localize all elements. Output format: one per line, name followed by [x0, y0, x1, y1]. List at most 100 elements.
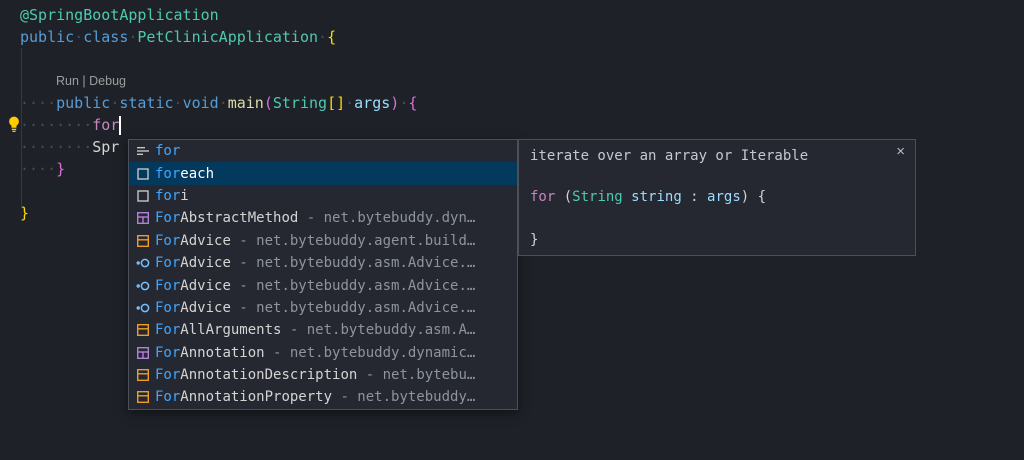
code-token: string: [631, 189, 682, 205]
code-token: }: [56, 160, 65, 178]
code-token: (: [555, 189, 572, 205]
suggest-item-detail: - net.bytebuddy.dynamic…: [265, 345, 476, 361]
text-cursor: [119, 116, 121, 135]
suggest-item[interactable]: ForAdvice - net.bytebuddy.asm.Advice.…: [129, 252, 517, 274]
docs-code-line: for (String string : args) {: [530, 189, 766, 205]
code-line-spring[interactable]: ········Spr: [20, 136, 119, 158]
suggest-item-label: ForAnnotation: [155, 345, 265, 361]
suggest-item[interactable]: ForAnnotation - net.bytebuddy.dynamic…: [129, 342, 517, 364]
suggest-item-detail: - net.bytebuddy.dyn…: [298, 210, 475, 226]
code-token: String: [273, 94, 327, 112]
code-token: ·: [399, 94, 408, 112]
codelens-run-link[interactable]: Run: [56, 74, 79, 88]
code-token: PetClinicApplication: [137, 28, 318, 46]
annotation-icon: [134, 345, 152, 361]
suggest-item[interactable]: ForAbstractMethod - net.bytebuddy.dyn…: [129, 207, 517, 229]
close-icon[interactable]: ×: [896, 143, 905, 160]
code-token: ·: [174, 94, 183, 112]
suggest-item-label: ForAnnotationProperty: [155, 389, 332, 405]
suggest-item-label: fori: [155, 188, 189, 204]
suggest-docs-panel: iterate over an array or Iterable × for …: [518, 139, 916, 256]
suggest-widget: for foreach fori ForAbstractMethod - net.by…: [128, 139, 518, 410]
code-token: [623, 189, 631, 205]
class-icon: [134, 233, 152, 249]
code-line-for[interactable]: ········for: [20, 114, 119, 136]
suggest-item[interactable]: for: [129, 140, 517, 162]
class-icon: [134, 322, 152, 338]
code-token: Spr: [92, 138, 119, 156]
suggest-item-detail: - net.bytebu…: [357, 367, 475, 383]
suggest-item-detail: - net.bytebuddy…: [332, 389, 475, 405]
suggest-item[interactable]: ForAdvice - net.bytebuddy.agent.build…: [129, 230, 517, 252]
code-line-main-declaration[interactable]: ····public·static·void·main(String[]·arg…: [20, 92, 417, 114]
snippet-icon: [134, 188, 152, 204]
code-token: {: [408, 94, 417, 112]
suggest-item-label: foreach: [155, 166, 214, 182]
docs-summary: iterate over an array or Iterable: [530, 148, 808, 164]
code-token: args: [707, 189, 741, 205]
keyword-icon: [134, 143, 152, 159]
suggest-item-detail: - net.bytebuddy.agent.build…: [231, 233, 475, 249]
code-line-class-declaration[interactable]: public·class·PetClinicApplication·{: [20, 26, 336, 48]
suggest-item-detail: - net.bytebuddy.asm.Advice.…: [231, 278, 475, 294]
suggest-item[interactable]: ForAnnotationDescription - net.bytebu…: [129, 364, 517, 386]
codelens: Run | Debug: [56, 72, 126, 90]
code-token: :: [682, 189, 707, 205]
suggest-item-label: ForAbstractMethod: [155, 210, 298, 226]
suggest-item[interactable]: fori: [129, 185, 517, 207]
class-icon: [134, 367, 152, 383]
code-token: ): [390, 94, 399, 112]
code-token: static: [119, 94, 173, 112]
code-line-annotation[interactable]: @SpringBootApplication: [20, 4, 219, 26]
suggest-item[interactable]: ForAllArguments - net.bytebuddy.asm.A…: [129, 319, 517, 341]
code-token: ·: [74, 28, 83, 46]
code-token: ····: [20, 160, 56, 178]
codelens-debug-link[interactable]: Debug: [89, 74, 126, 88]
codelens-separator: |: [79, 74, 89, 88]
code-token: main: [228, 94, 264, 112]
code-token: @SpringBootApplication: [20, 6, 219, 24]
code-token: ) {: [741, 189, 766, 205]
code-token: for: [92, 116, 119, 134]
code-token: class: [83, 28, 128, 46]
suggest-item-label: ForAdvice: [155, 278, 231, 294]
interface-icon: [134, 300, 152, 316]
code-line-close-class[interactable]: }: [20, 202, 29, 224]
suggest-item-label: for: [155, 143, 180, 159]
interface-icon: [134, 255, 152, 271]
suggest-item-label: ForAllArguments: [155, 322, 281, 338]
suggest-item-label: ForAdvice: [155, 233, 231, 249]
code-token: ········: [20, 116, 92, 134]
suggest-item-detail: - net.bytebuddy.asm.Advice.…: [231, 300, 475, 316]
suggest-item[interactable]: foreach: [129, 162, 517, 184]
suggest-item-detail: - net.bytebuddy.asm.Advice.…: [231, 255, 475, 271]
suggest-item-label: ForAdvice: [155, 255, 231, 271]
code-token: ·: [219, 94, 228, 112]
code-token: public: [56, 94, 110, 112]
code-token: String: [572, 189, 623, 205]
code-token: {: [327, 28, 336, 46]
code-token: }: [20, 204, 29, 222]
code-token: ·: [345, 94, 354, 112]
code-line-close-main[interactable]: ····}: [20, 158, 65, 180]
code-token: (: [264, 94, 273, 112]
code-token: ·: [318, 28, 327, 46]
code-token: []: [327, 94, 345, 112]
docs-code-close: }: [530, 232, 538, 248]
suggest-item-label: ForAdvice: [155, 300, 231, 316]
code-token: ·: [110, 94, 119, 112]
suggest-item[interactable]: ForAnnotationProperty - net.bytebuddy…: [129, 386, 517, 408]
code-token: ····: [20, 94, 56, 112]
suggest-item-label: ForAnnotationDescription: [155, 367, 357, 383]
lightbulb-icon[interactable]: [5, 115, 23, 133]
suggest-item[interactable]: ForAdvice - net.bytebuddy.asm.Advice.…: [129, 274, 517, 296]
suggest-item[interactable]: ForAdvice - net.bytebuddy.asm.Advice.…: [129, 297, 517, 319]
code-token: public: [20, 28, 74, 46]
snippet-icon: [134, 166, 152, 182]
code-token: for: [530, 189, 555, 205]
suggest-item-detail: - net.bytebuddy.asm.A…: [281, 322, 475, 338]
code-token: args: [354, 94, 390, 112]
annotation-icon: [134, 210, 152, 226]
code-editor[interactable]: @SpringBootApplication public·class·PetC…: [0, 0, 1024, 460]
code-token: ········: [20, 138, 92, 156]
